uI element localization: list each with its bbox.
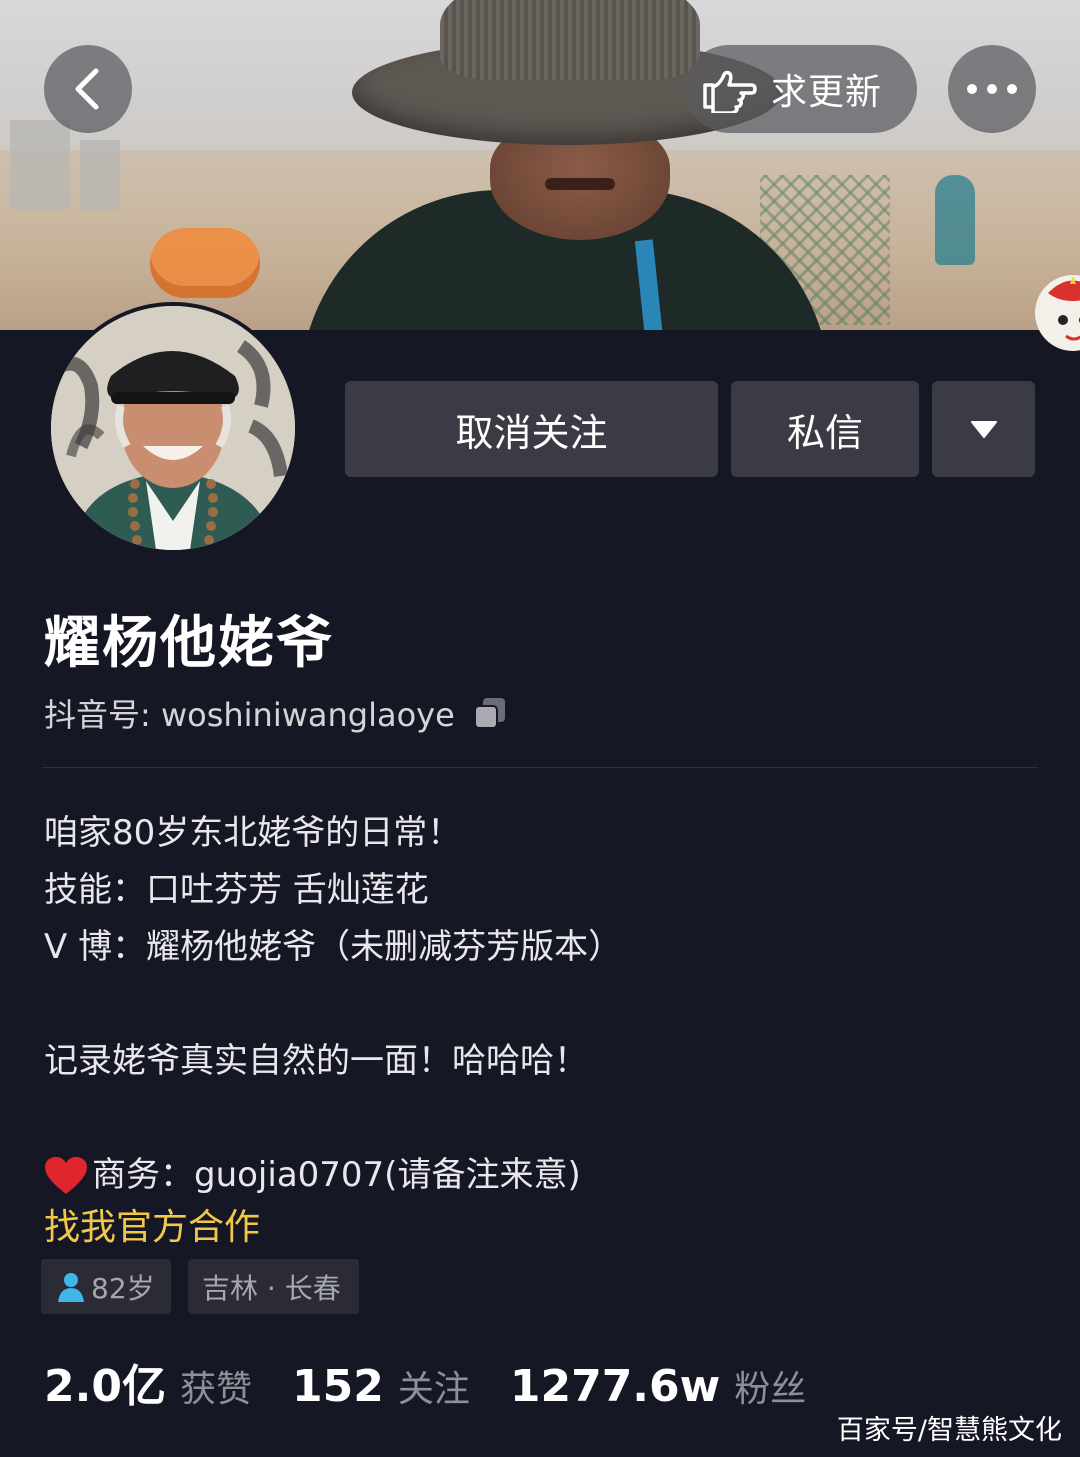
watermark: 百家号/智慧熊文化 [836,1415,1062,1446]
avatar-photo [51,306,295,550]
chevron-left-icon [75,68,99,110]
bio-line: V 博：耀杨他姥爷（未删减芬芳版本） [44,927,623,967]
bio-line: 技能：口吐芬芳 舌灿莲花 [44,870,429,910]
business-contact: 商务：guojia0707(请备注来意) [92,1155,581,1195]
back-button[interactable] [44,45,132,133]
unfollow-label: 取消关注 [455,410,608,455]
person-icon [58,1272,84,1302]
stat-followers[interactable]: 1277.6w 粉丝 [510,1360,806,1412]
more-dots-icon [967,84,1017,94]
official-cooperation-link[interactable]: 找我官方合作 [44,1198,260,1250]
banner-kid [935,175,975,265]
message-button[interactable]: 私信 [731,381,919,477]
banner-building [10,120,70,210]
bio-line: 咱家80岁东北姥爷的日常！ [44,813,462,853]
stat-label: 关注 [397,1369,470,1410]
profile-banner [0,0,1080,330]
douyin-id-row: 抖音号: woshiniwanglaoye [44,690,507,736]
unfollow-button[interactable]: 取消关注 [345,381,718,477]
banner-hat-crown [440,0,700,80]
stat-value: 152 [291,1361,384,1412]
more-actions-dropdown[interactable] [932,381,1035,477]
profile-name: 耀杨他姥爷 [44,611,334,676]
message-label: 私信 [786,410,863,455]
age-tag: 82岁 [41,1259,171,1314]
location-tag: 吉林 · 长春 [188,1259,359,1314]
stat-following[interactable]: 152 关注 [292,1360,470,1412]
copy-icon[interactable] [473,696,507,730]
banner-mouth [545,178,615,190]
pointing-hand-icon [703,70,757,113]
profile-stats: 2.0亿 获赞 152 关注 1277.6w 粉丝 [44,1350,846,1414]
avatar[interactable] [47,302,299,554]
stat-value: 1277.6w [509,1361,721,1412]
request-update-label: 求更新 [771,72,883,113]
stat-label: 粉丝 [734,1369,807,1410]
profile-page: 求更新 取消关注 私信 耀杨他姥爷 抖音号: woshiniwanglaoye … [0,0,1080,1457]
more-options-button[interactable] [948,45,1036,133]
stat-label: 获赞 [179,1369,252,1410]
stat-value: 2.0亿 [44,1361,166,1412]
mascot-sticker-icon[interactable] [1018,258,1080,368]
stat-likes[interactable]: 2.0亿 获赞 [44,1350,252,1414]
banner-building [80,140,120,210]
triangle-down-icon [970,421,997,438]
bio-line: 记录姥爷真实自然的一面！哈哈哈！ [44,1041,588,1081]
banner-beach-toy [150,228,260,298]
request-update-button[interactable]: 求更新 [685,45,917,133]
heart-icon [45,1156,87,1194]
bio: 咱家80岁东北姥爷的日常！ 技能：口吐芬芳 舌灿莲花 V 博：耀杨他姥爷（未删减… [44,805,1044,1204]
location-text: 吉林 · 长春 [202,1271,341,1305]
divider [42,767,1038,768]
douyin-id-text: 抖音号: woshiniwanglaoye [44,696,455,734]
age-text: 82岁 [91,1271,155,1305]
bio-business-line: 商务：guojia0707(请备注来意) [44,1147,1044,1204]
